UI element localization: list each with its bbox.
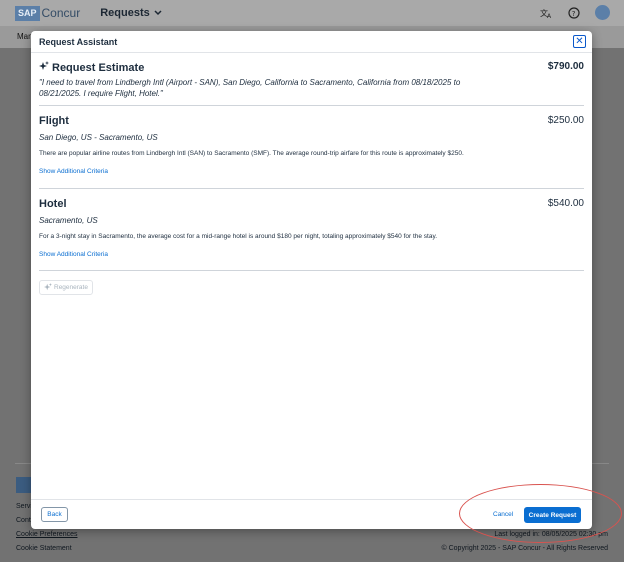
footer-sap-logo <box>16 477 32 493</box>
divider <box>39 105 584 106</box>
footer-link-cookie-statement[interactable]: Cookie Statement <box>16 545 72 552</box>
sparkle-icon <box>39 61 49 74</box>
sparkle-icon <box>44 282 52 293</box>
regenerate-label: Regenerate <box>54 284 88 291</box>
logo-text: SAP <box>18 8 37 18</box>
translate-icon[interactable]: 文A <box>539 6 553 20</box>
hotel-amount: $540.00 <box>547 198 584 209</box>
nav-requests[interactable]: Requests <box>100 7 162 19</box>
copyright-text: © Copyright 2025 - SAP Concur - All Righ… <box>441 545 609 552</box>
create-request-button[interactable]: Create Request <box>524 507 581 523</box>
svg-text:?: ? <box>572 9 576 17</box>
hotel-show-criteria-link[interactable]: Show Additional Criteria <box>39 251 584 258</box>
user-avatar-icon[interactable] <box>595 5 610 20</box>
estimate-total-amount: $790.00 <box>547 61 584 72</box>
last-login-text: Last logged in: 08/05/2025 02:30 pm <box>494 531 608 538</box>
flight-show-criteria-link[interactable]: Show Additional Criteria <box>39 168 584 175</box>
footer-link-cookie-preferences[interactable]: Cookie Preferences <box>16 531 77 538</box>
hotel-section: Hotel $540.00 Sacramento, US For a 3-nig… <box>39 198 584 258</box>
divider <box>39 270 584 271</box>
back-button[interactable]: Back <box>41 507 68 522</box>
request-assistant-dialog: Request Assistant ✕ Request Estimate $79… <box>31 31 592 529</box>
estimate-title: Request Estimate <box>52 61 145 74</box>
app-header: SAP Concur Requests 文A ? <box>0 0 624 26</box>
flight-title: Flight <box>39 115 69 127</box>
dialog-title: Request Assistant <box>39 37 118 47</box>
sap-logo[interactable]: SAP <box>15 5 40 21</box>
help-icon[interactable]: ? <box>567 6 581 20</box>
flight-amount: $250.00 <box>547 115 584 126</box>
close-icon: ✕ <box>575 35 584 47</box>
chevron-down-icon <box>154 7 162 19</box>
flight-route: San Diego, US - Sacramento, US <box>39 133 158 142</box>
request-estimate-section: Request Estimate $790.00 "I need to trav… <box>39 61 584 99</box>
request-prompt-quote: "I need to travel from Lindbergh Intl (A… <box>39 78 461 98</box>
hotel-location: Sacramento, US <box>39 216 98 225</box>
footer-link-contact[interactable]: Cont <box>16 517 31 524</box>
hotel-title: Hotel <box>39 198 67 210</box>
flight-description: There are popular airline routes from Li… <box>39 150 464 157</box>
svg-text:A: A <box>547 13 552 19</box>
flight-section: Flight $250.00 San Diego, US - Sacrament… <box>39 115 584 175</box>
nav-requests-label: Requests <box>100 7 150 19</box>
footer-link-services[interactable]: Servi <box>16 503 32 510</box>
divider <box>39 188 584 189</box>
dialog-footer: Back Cancel Create Request <box>31 499 592 529</box>
regenerate-button[interactable]: Regenerate <box>39 280 93 295</box>
brand-name: Concur <box>41 6 81 20</box>
dialog-header: Request Assistant ✕ <box>31 31 592 53</box>
cancel-button[interactable]: Cancel <box>493 511 513 518</box>
hotel-description: For a 3-night stay in Sacramento, the av… <box>39 233 438 240</box>
close-button[interactable]: ✕ <box>573 35 586 48</box>
